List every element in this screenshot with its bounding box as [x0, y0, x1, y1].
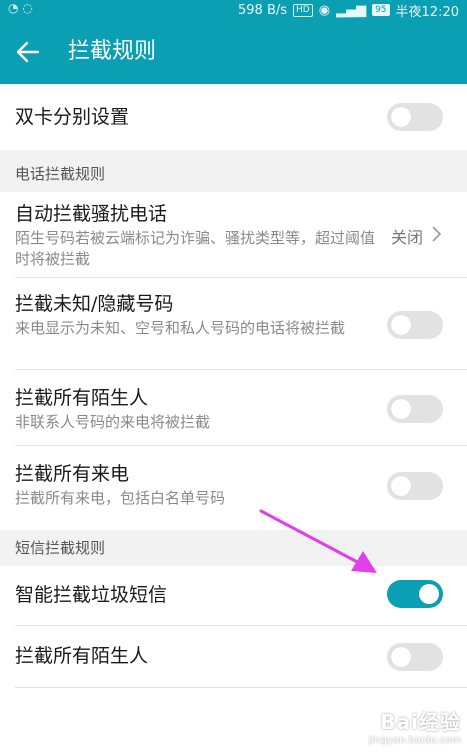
call-section-header: 电话拦截规则 — [0, 150, 467, 192]
row-subtitle: 陌生号码若被云端标记为诈骗、骚扰类型等，超过阈值时将被拦截 — [15, 229, 376, 268]
sms-section-header: 短信拦截规则 — [0, 530, 467, 566]
row-title: 拦截未知/隐藏号码 — [15, 293, 174, 315]
section-title: 电话拦截规则 — [15, 165, 106, 183]
status-value: 关闭 — [390, 228, 423, 247]
block-unknown-toggle[interactable] — [387, 311, 443, 339]
row-subtitle: 非联系人号码的来电将被拦截 — [15, 413, 211, 431]
row-title: 拦截所有陌生人 — [15, 387, 149, 409]
app-bar: 拦截规则 — [0, 20, 467, 84]
toggle-knob — [391, 315, 411, 335]
smart-spam-sms-toggle[interactable] — [387, 580, 443, 608]
row-title: 自动拦截骚扰电话 — [15, 203, 168, 225]
status-right: 598 B/s HD ◉ ▂▄▆ 95 半夜12:20 — [238, 0, 459, 20]
toggle-knob — [391, 647, 411, 667]
hd-badge: HD — [293, 3, 313, 17]
block-all-calls-toggle[interactable] — [387, 472, 443, 500]
toggle-knob — [391, 107, 411, 127]
block-strangers-sms-toggle[interactable] — [387, 643, 443, 671]
row-title: 智能拦截垃圾短信 — [15, 584, 168, 606]
battery-icon: 95 — [372, 4, 390, 16]
auto-block-harassment-row[interactable]: 自动拦截骚扰电话 陌生号码若被云端标记为诈骗、骚扰类型等，超过阈值时将被拦截 关… — [0, 192, 467, 278]
block-unknown-hidden-row[interactable]: 拦截未知/隐藏号码 来电显示为未知、空号和私人号码的电话将被拦截 — [0, 278, 467, 370]
toggle-knob — [391, 399, 411, 419]
dual-sim-label: 双卡分别设置 — [15, 106, 130, 128]
toggle-knob — [391, 476, 411, 496]
watermark: Bai经验 jingyan.baidu.com — [369, 706, 461, 746]
block-all-strangers-call-row[interactable]: 拦截所有陌生人 非联系人号码的来电将被拦截 — [0, 370, 467, 446]
watermark-url: jingyan.baidu.com — [368, 735, 461, 746]
watermark-logo: Bai经验 — [380, 710, 461, 734]
block-all-calls-row[interactable]: 拦截所有来电 拦截所有来电，包括白名单号码 — [0, 446, 467, 530]
chevron-right-icon — [432, 226, 442, 242]
status-bar: ◔ ◌ 598 B/s HD ◉ ▂▄▆ 95 半夜12:20 — [0, 0, 467, 20]
toggle-knob — [419, 584, 439, 604]
row-subtitle: 来电显示为未知、空号和私人号码的电话将被拦截 — [15, 319, 346, 337]
row-title: 拦截所有陌生人 — [15, 645, 149, 667]
clock: 半夜12:20 — [395, 4, 459, 20]
smart-spam-sms-row[interactable]: 智能拦截垃圾短信 — [0, 566, 467, 626]
back-arrow-icon — [16, 41, 40, 63]
notification-icons: ◔ ◌ — [8, 1, 33, 15]
block-strangers-toggle[interactable] — [387, 395, 443, 423]
divider — [15, 687, 467, 688]
back-button[interactable] — [12, 36, 44, 68]
dual-sim-toggle[interactable] — [387, 103, 443, 131]
signal-icon: ▂▄▆ — [336, 2, 367, 18]
block-all-strangers-sms-row[interactable]: 拦截所有陌生人 — [0, 626, 467, 688]
row-title: 拦截所有来电 — [15, 463, 130, 485]
section-title: 短信拦截规则 — [15, 539, 106, 557]
page-title: 拦截规则 — [68, 39, 157, 64]
eye-icon: ◉ — [318, 2, 331, 18]
dual-sim-row[interactable]: 双卡分别设置 — [0, 84, 467, 150]
network-speed: 598 B/s — [238, 2, 288, 18]
row-subtitle: 拦截所有来电，包括白名单号码 — [15, 489, 226, 507]
